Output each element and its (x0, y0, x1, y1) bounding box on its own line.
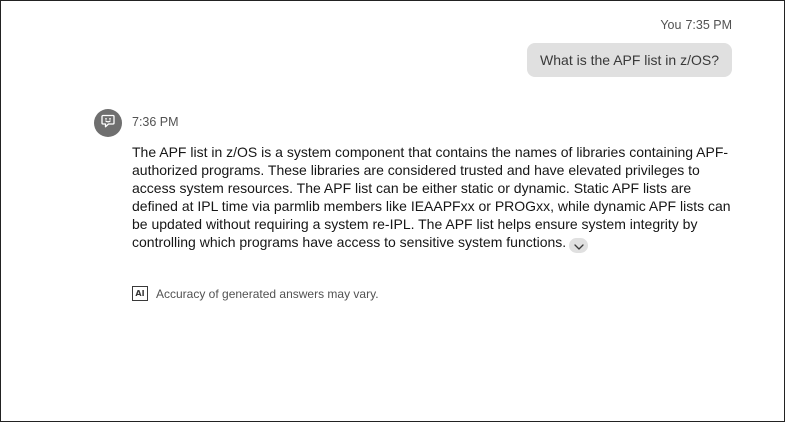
user-message-bubble: What is the APF list in z/OS? (527, 43, 732, 77)
expand-answer-button[interactable] (569, 236, 589, 254)
ai-label-icon: AI (132, 286, 148, 301)
ai-disclaimer: AI Accuracy of generated answers may var… (132, 286, 379, 301)
ai-disclaimer-text: Accuracy of generated answers may vary. (156, 286, 379, 301)
user-message-meta: You 7:35 PM (660, 18, 732, 32)
assistant-avatar (94, 109, 122, 137)
assistant-message-time: 7:36 PM (132, 115, 179, 129)
chat-bot-icon (100, 113, 116, 134)
assistant-message-text: The APF list in z/OS is a system compone… (132, 144, 731, 250)
chat-window: You 7:35 PM What is the APF list in z/OS?… (0, 0, 785, 422)
user-message-time: 7:35 PM (685, 18, 732, 32)
assistant-message-body: The APF list in z/OS is a system compone… (132, 143, 732, 253)
chevron-down-icon (574, 236, 584, 254)
user-sender-name: You (660, 18, 682, 32)
